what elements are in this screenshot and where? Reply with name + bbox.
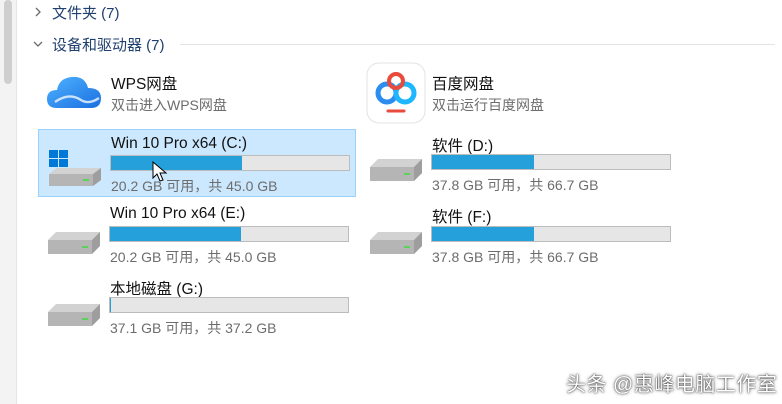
chevron-right-icon xyxy=(35,7,41,17)
drive-f-tile[interactable]: 软件 (F:) 37.8 GB 可用，共 66.7 GB xyxy=(360,200,678,268)
baidu-netdisk-subtitle: 双击运行百度网盘 xyxy=(432,97,544,113)
drive-f-usage-fill xyxy=(432,227,535,241)
drive-f-name: 软件 (F:) xyxy=(432,209,492,226)
group-header-folders[interactable]: 文件夹 (7) xyxy=(30,0,120,24)
drive-g-name: 本地磁盘 (G:) xyxy=(110,281,203,298)
drive-g-usage-bar xyxy=(109,297,349,313)
drive-c-tile[interactable]: Win 10 Pro x64 (C:) 20.2 GB 可用，共 45.0 GB xyxy=(38,129,356,197)
group-header-devices[interactable]: 设备和驱动器 (7) xyxy=(30,32,775,56)
drive-f-space: 37.8 GB 可用，共 66.7 GB xyxy=(432,249,599,265)
watermark-text: 头条 @惠峰电脑工作室 xyxy=(566,374,778,396)
wps-cloud-icon xyxy=(47,76,101,108)
drive-e-tile[interactable]: Win 10 Pro x64 (E:) 20.2 GB 可用，共 45.0 GB xyxy=(38,200,356,268)
mouse-cursor-icon xyxy=(152,161,168,182)
hard-drive-icon xyxy=(48,304,100,326)
group-label-devices: 设备和驱动器 (7) xyxy=(52,36,165,54)
baidu-netdisk-name: 百度网盘 xyxy=(432,76,495,93)
hard-drive-icon xyxy=(370,232,422,254)
drive-d-usage-fill xyxy=(432,155,535,169)
wps-netdisk-name: WPS网盘 xyxy=(111,76,178,93)
drive-c-usage-bar xyxy=(110,155,350,171)
drive-f-usage-bar xyxy=(431,226,671,242)
hard-drive-icon xyxy=(370,159,422,181)
drive-e-space: 20.2 GB 可用，共 45.0 GB xyxy=(110,249,277,265)
drive-g-usage-fill xyxy=(110,298,111,312)
wps-netdisk-tile[interactable]: WPS网盘 双击进入WPS网盘 xyxy=(40,62,356,122)
baidu-netdisk-icon xyxy=(366,62,426,124)
drive-d-usage-bar xyxy=(431,154,671,170)
group-divider xyxy=(180,44,775,45)
drive-e-name: Win 10 Pro x64 (E:) xyxy=(110,205,246,222)
group-label-folders: 文件夹 (7) xyxy=(52,4,120,22)
vertical-scrollbar[interactable] xyxy=(0,0,17,404)
hard-drive-windows-icon xyxy=(49,150,101,186)
drive-e-usage-fill xyxy=(110,227,241,241)
baidu-netdisk-tile[interactable]: 百度网盘 双击运行百度网盘 xyxy=(362,62,678,124)
drive-c-usage-fill xyxy=(111,156,242,170)
drive-d-space: 37.8 GB 可用，共 66.7 GB xyxy=(432,177,599,193)
drive-d-name: 软件 (D:) xyxy=(432,138,494,155)
drive-d-tile[interactable]: 软件 (D:) 37.8 GB 可用，共 66.7 GB xyxy=(360,129,678,197)
scrollbar-thumb[interactable] xyxy=(4,0,12,84)
hard-drive-icon xyxy=(48,232,100,254)
chevron-down-icon xyxy=(33,41,43,47)
drive-e-usage-bar xyxy=(109,226,349,242)
wps-netdisk-subtitle: 双击进入WPS网盘 xyxy=(111,97,227,113)
drive-c-name: Win 10 Pro x64 (C:) xyxy=(111,135,248,152)
drive-c-space: 20.2 GB 可用，共 45.0 GB xyxy=(111,178,278,194)
drive-g-tile[interactable]: 本地磁盘 (G:) 37.1 GB 可用，共 37.2 GB xyxy=(38,272,356,340)
drive-g-space: 37.1 GB 可用，共 37.2 GB xyxy=(110,320,277,336)
